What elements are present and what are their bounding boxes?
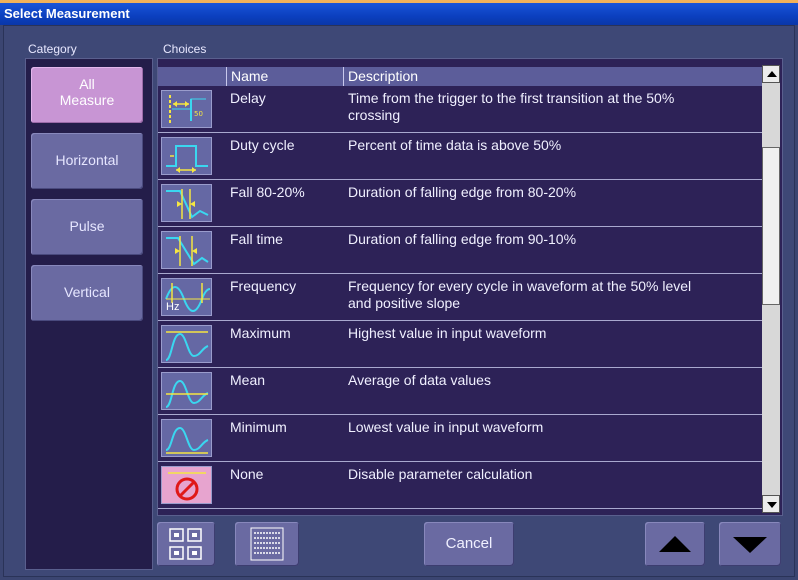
window-title: Select Measurement — [0, 3, 798, 25]
table-row[interactable]: Minimum Lowest value in input waveform — [158, 415, 762, 462]
table-row[interactable]: 50 Delay Time from the trigger to the fi… — [158, 86, 762, 133]
scroll-page-down-button[interactable] — [719, 522, 781, 566]
choices-table: Name Description 50 Delay Time from the … — [157, 58, 783, 516]
category-pulse-button[interactable]: Pulse — [31, 199, 143, 255]
row-name: Delay — [230, 90, 266, 106]
table-row[interactable]: Hz Frequency Frequency for every cycle i… — [158, 274, 762, 321]
cancel-button[interactable]: Cancel — [424, 522, 514, 566]
row-name: Fall 80-20% — [230, 184, 305, 200]
row-description: Frequency for every cycle in waveform at… — [348, 278, 738, 312]
description-line: Duration of falling edge from 80-20% — [348, 184, 577, 200]
triangle-down-icon — [767, 502, 777, 508]
minimum-icon — [161, 419, 212, 457]
scroll-thumb[interactable] — [762, 147, 780, 305]
category-header: Category — [28, 42, 77, 56]
description-line: Time from the trigger to the first trans… — [348, 90, 675, 106]
description-line: Lowest value in input waveform — [348, 419, 544, 435]
description-line: and positive slope — [348, 295, 461, 311]
scroll-page-up-button[interactable] — [645, 522, 705, 566]
row-description: Duration of falling edge from 80-20% — [348, 184, 738, 201]
row-name: Mean — [230, 372, 266, 388]
fall-80-20-icon — [161, 184, 212, 222]
row-description: Percent of time data is above 50% — [348, 137, 738, 154]
category-horizontal-button[interactable]: Horizontal — [31, 133, 143, 189]
category-label-line1: All — [79, 76, 95, 92]
table-row[interactable]: None Disable parameter calculation — [158, 462, 762, 509]
none-icon — [161, 466, 212, 504]
table-row[interactable]: Maximum Highest value in input waveform — [158, 321, 762, 368]
app-frame: Select Measurement Category Choices All … — [0, 0, 798, 580]
row-name: Frequency — [230, 278, 297, 294]
vertical-scrollbar[interactable] — [762, 65, 780, 513]
category-label: Horizontal — [55, 152, 119, 168]
hz-label: Hz — [166, 301, 180, 313]
description-line: crossing — [348, 107, 401, 123]
delay-icon: 50 — [161, 90, 212, 128]
row-description: Disable parameter calculation — [348, 466, 738, 483]
column-header-description[interactable]: Description — [343, 67, 762, 86]
scroll-down-button[interactable] — [762, 495, 780, 513]
row-description: Time from the trigger to the first trans… — [348, 90, 738, 124]
row-name: Duty cycle — [230, 137, 295, 153]
scroll-up-button[interactable] — [762, 65, 780, 83]
table-row[interactable]: Duty cycle Percent of time data is above… — [158, 133, 762, 180]
arrow-up-icon — [659, 536, 691, 552]
description-line: Average of data values — [348, 372, 491, 388]
row-description: Lowest value in input waveform — [348, 419, 738, 436]
column-header-icon — [158, 67, 226, 86]
arrow-down-icon — [733, 537, 767, 553]
maximum-icon — [161, 325, 212, 363]
duty-cycle-icon — [161, 137, 212, 175]
description-line: Frequency for every cycle in waveform at… — [348, 278, 692, 294]
row-name: Fall time — [230, 231, 283, 247]
description-line: Highest value in input waveform — [348, 325, 547, 341]
category-list: All Measure Horizontal Pulse Vertical — [25, 58, 153, 570]
row-name: None — [230, 466, 264, 482]
category-label: Pulse — [69, 218, 105, 234]
description-line: Disable parameter calculation — [348, 466, 533, 482]
table-row[interactable]: Mean Average of data values — [158, 368, 762, 415]
table-row[interactable]: Fall time Duration of falling edge from … — [158, 227, 762, 274]
category-all-measure-button[interactable]: All Measure — [31, 67, 143, 123]
choices-header: Choices — [163, 42, 207, 56]
row-name: Maximum — [230, 325, 291, 341]
row-description: Average of data values — [348, 372, 738, 389]
list-view-icon — [250, 527, 284, 561]
table-row[interactable]: Fall 80-20% Duration of falling edge fro… — [158, 180, 762, 227]
row-name: Minimum — [230, 419, 287, 435]
svg-text:50: 50 — [194, 110, 203, 118]
row-description: Highest value in input waveform — [348, 325, 738, 342]
description-line: Duration of falling edge from 90-10% — [348, 231, 577, 247]
grid-view-button[interactable] — [157, 522, 215, 566]
description-line: Percent of time data is above 50% — [348, 137, 562, 153]
category-vertical-button[interactable]: Vertical — [31, 265, 143, 321]
mean-icon — [161, 372, 212, 410]
category-label: Vertical — [64, 284, 110, 300]
list-view-button[interactable] — [235, 522, 299, 566]
grid-view-icon — [169, 528, 202, 560]
table-header: Name Description — [158, 67, 762, 86]
column-header-name[interactable]: Name — [226, 67, 343, 86]
row-description: Duration of falling edge from 90-10% — [348, 231, 738, 248]
category-label-line2: Measure — [59, 92, 115, 108]
frequency-icon: Hz — [161, 278, 212, 316]
triangle-up-icon — [767, 71, 777, 77]
fall-time-icon — [161, 231, 212, 269]
